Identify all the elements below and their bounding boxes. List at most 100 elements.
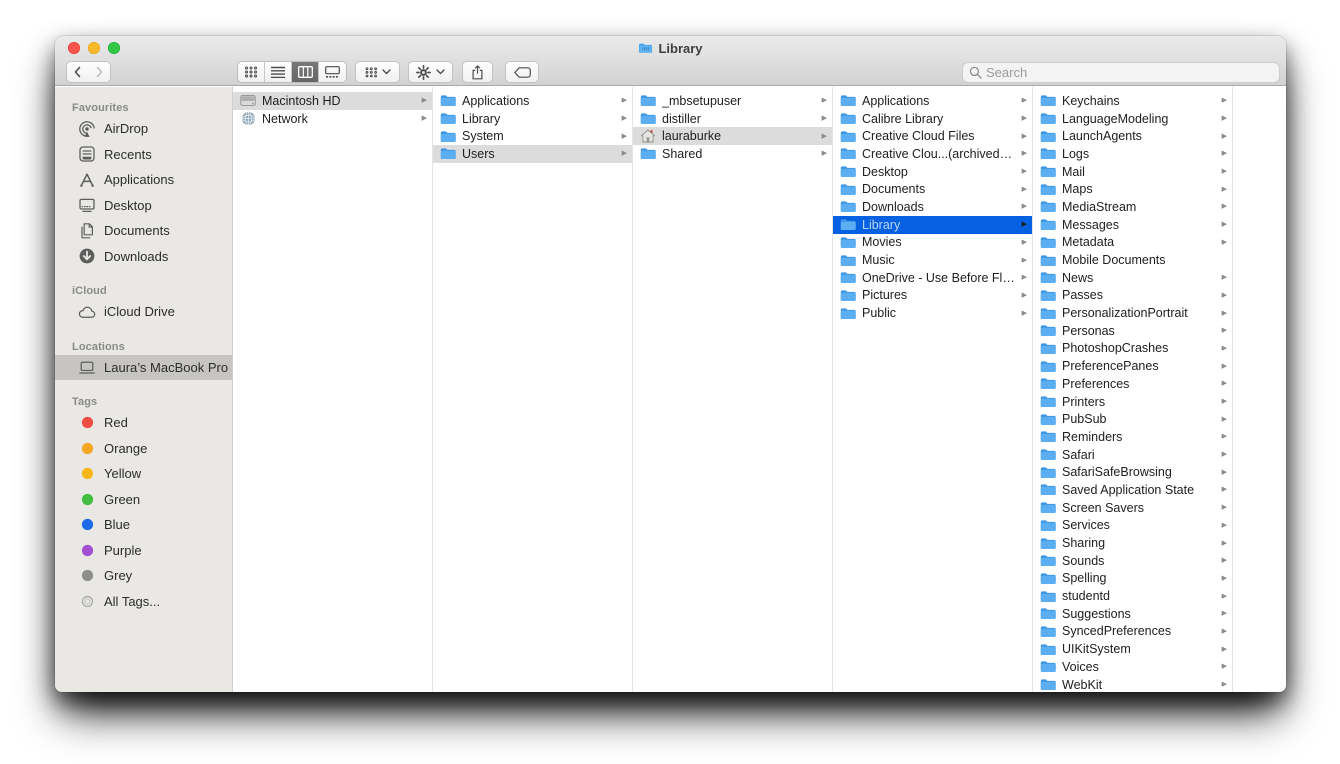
file-row-logs[interactable]: Logs▶ <box>1033 145 1232 163</box>
sidebar-item-yellow[interactable]: Yellow <box>55 461 232 487</box>
file-row-pubsub[interactable]: PubSub▶ <box>1033 410 1232 428</box>
file-row-applications[interactable]: Applications▶ <box>433 92 632 110</box>
file-row-messages[interactable]: Messages▶ <box>1033 216 1232 234</box>
sidebar-item-recents[interactable]: Recents <box>55 142 232 168</box>
file-row-spelling[interactable]: Spelling▶ <box>1033 570 1232 588</box>
file-row-creative-cloud-files[interactable]: Creative Cloud Files▶ <box>833 127 1032 145</box>
file-row-mail[interactable]: Mail▶ <box>1033 163 1232 181</box>
sidebar-item-red[interactable]: Red <box>55 410 232 436</box>
sidebar-item-downloads[interactable]: Downloads <box>55 244 232 270</box>
search-field[interactable] <box>962 62 1280 83</box>
sidebar-item-applications[interactable]: Applications <box>55 167 232 193</box>
icon-view-button[interactable] <box>238 62 265 82</box>
file-row-saved-application-state[interactable]: Saved Application State▶ <box>1033 481 1232 499</box>
file-name: Sounds <box>1062 554 1216 568</box>
file-row-movies[interactable]: Movies▶ <box>833 234 1032 252</box>
file-row-photoshopcrashes[interactable]: PhotoshopCrashes▶ <box>1033 340 1232 358</box>
disclosure-arrow-icon: ▶ <box>1222 97 1227 104</box>
file-row-macintosh-hd[interactable]: Macintosh HD▶ <box>233 92 432 110</box>
titlebar[interactable]: Library <box>55 36 1286 60</box>
file-row-screen-savers[interactable]: Screen Savers▶ <box>1033 499 1232 517</box>
disclosure-arrow-icon: ▶ <box>1222 540 1227 547</box>
file-name: Users <box>462 147 616 161</box>
file-row-mbsetupuser[interactable]: _mbsetupuser▶ <box>633 92 832 110</box>
file-row-downloads[interactable]: Downloads▶ <box>833 198 1032 216</box>
file-row-webkit[interactable]: WebKit ▶ <box>1033 676 1232 692</box>
disclosure-arrow-icon: ▶ <box>1022 221 1027 228</box>
file-name: Passes <box>1062 288 1216 302</box>
sidebar-item-label: Red <box>104 415 128 430</box>
file-row-maps[interactable]: Maps▶ <box>1033 180 1232 198</box>
file-row-public[interactable]: Public▶ <box>833 304 1032 322</box>
sidebar-item-blue[interactable]: Blue <box>55 512 232 538</box>
file-row-applications[interactable]: Applications▶ <box>833 92 1032 110</box>
group-by-button[interactable] <box>355 61 400 83</box>
back-button[interactable] <box>66 61 89 83</box>
list-view-button[interactable] <box>265 62 292 82</box>
file-row-launchagents[interactable]: LaunchAgents▶ <box>1033 127 1232 145</box>
file-row-creative-clou-archived-1[interactable]: Creative Clou...(archived) (1)▶ <box>833 145 1032 163</box>
search-input[interactable] <box>986 65 1273 80</box>
tags-button[interactable] <box>505 61 539 83</box>
file-row-system[interactable]: System▶ <box>433 127 632 145</box>
sidebar-item-airdrop[interactable]: AirDrop <box>55 116 232 142</box>
file-row-lauraburke[interactable]: lauraburke▶ <box>633 127 832 145</box>
gallery-view-button[interactable] <box>319 62 346 82</box>
sidebar-item-all-tags[interactable]: All Tags... <box>55 589 232 615</box>
file-row-voices[interactable]: Voices▶ <box>1033 658 1232 676</box>
file-row-suggestions[interactable]: Suggestions▶ <box>1033 605 1232 623</box>
file-row-syncedpreferences[interactable]: SyncedPreferences▶ <box>1033 623 1232 641</box>
sidebar-item-grey[interactable]: Grey <box>55 563 232 589</box>
file-row-mobile-documents[interactable]: Mobile Documents <box>1033 251 1232 269</box>
folder-icon <box>1040 466 1056 479</box>
file-row-uikitsystem[interactable]: UIKitSystem▶ <box>1033 640 1232 658</box>
share-button[interactable] <box>462 61 493 83</box>
sidebar-item-orange[interactable]: Orange <box>55 436 232 462</box>
file-row-languagemodeling[interactable]: LanguageModeling▶ <box>1033 110 1232 128</box>
sidebar-item-desktop[interactable]: Desktop <box>55 193 232 219</box>
column-view-button[interactable] <box>292 62 319 82</box>
file-name: Movies <box>862 235 1016 249</box>
sidebar-item-label: Purple <box>104 543 142 558</box>
file-row-preferences[interactable]: Preferences▶ <box>1033 375 1232 393</box>
file-row-mediastream[interactable]: MediaStream▶ <box>1033 198 1232 216</box>
sidebar-item-laura-s-macbook-pro[interactable]: Laura’s MacBook Pro <box>55 355 232 381</box>
file-row-metadata[interactable]: Metadata▶ <box>1033 234 1232 252</box>
file-row-library[interactable]: Library▶ <box>433 110 632 128</box>
file-row-keychains[interactable]: Keychains▶ <box>1033 92 1232 110</box>
disclosure-arrow-icon: ▶ <box>1222 681 1227 688</box>
file-row-calibre-library[interactable]: Calibre Library▶ <box>833 110 1032 128</box>
file-row-reminders[interactable]: Reminders▶ <box>1033 428 1232 446</box>
file-row-passes[interactable]: Passes▶ <box>1033 287 1232 305</box>
sidebar-item-purple[interactable]: Purple <box>55 538 232 564</box>
file-row-news[interactable]: News▶ <box>1033 269 1232 287</box>
sidebar-item-icloud-drive[interactable]: iCloud Drive <box>55 299 232 325</box>
file-name: Documents <box>862 182 1016 196</box>
file-name: PhotoshopCrashes <box>1062 341 1216 355</box>
forward-button[interactable] <box>88 61 111 83</box>
file-row-safari[interactable]: Safari▶ <box>1033 446 1232 464</box>
file-row-users[interactable]: Users▶ <box>433 145 632 163</box>
file-row-shared[interactable]: Shared▶ <box>633 145 832 163</box>
file-row-personas[interactable]: Personas▶ <box>1033 322 1232 340</box>
sidebar-item-green[interactable]: Green <box>55 487 232 513</box>
file-row-library[interactable]: Library▶ <box>833 216 1032 234</box>
file-name: WebKit <box>1062 678 1216 692</box>
file-row-personalizationportrait[interactable]: PersonalizationPortrait▶ <box>1033 304 1232 322</box>
file-row-documents[interactable]: Documents▶ <box>833 180 1032 198</box>
file-row-services[interactable]: Services▶ <box>1033 517 1232 535</box>
actions-button[interactable] <box>408 61 453 83</box>
file-row-distiller[interactable]: distiller▶ <box>633 110 832 128</box>
file-row-studentd[interactable]: studentd▶ <box>1033 587 1232 605</box>
file-row-sharing[interactable]: Sharing▶ <box>1033 534 1232 552</box>
file-row-desktop[interactable]: Desktop▶ <box>833 163 1032 181</box>
sidebar-item-documents[interactable]: Documents <box>55 218 232 244</box>
file-row-printers[interactable]: Printers▶ <box>1033 393 1232 411</box>
file-row-preferencepanes[interactable]: PreferencePanes▶ <box>1033 357 1232 375</box>
file-row-sounds[interactable]: Sounds▶ <box>1033 552 1232 570</box>
file-row-network[interactable]: Network▶ <box>233 110 432 128</box>
file-row-onedrive-use-before-flight[interactable]: OneDrive - Use Before Flight▶ <box>833 269 1032 287</box>
file-row-pictures[interactable]: Pictures▶ <box>833 287 1032 305</box>
file-row-music[interactable]: Music▶ <box>833 251 1032 269</box>
file-row-safarisafebrowsing[interactable]: SafariSafeBrowsing▶ <box>1033 463 1232 481</box>
